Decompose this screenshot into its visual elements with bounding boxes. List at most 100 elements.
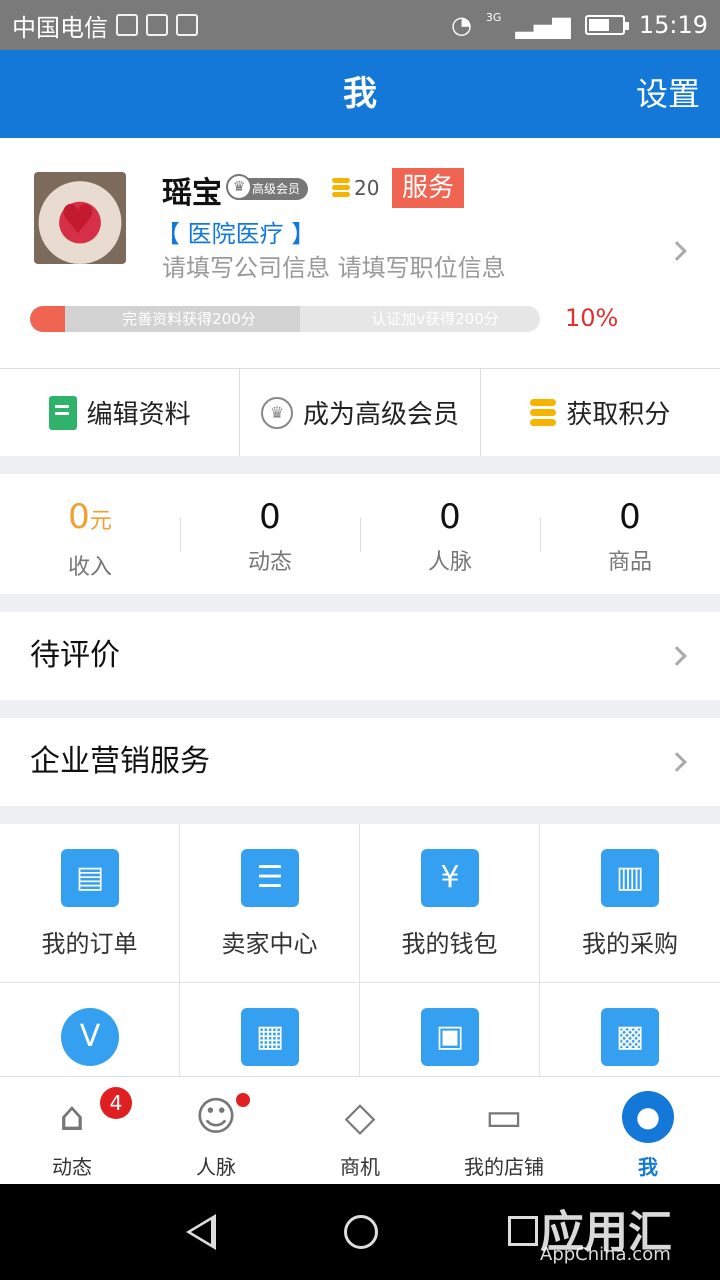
company-prompt: 请填写公司信息 请填写职位信息: [162, 254, 506, 282]
stat-income[interactable]: 0元 收入: [0, 474, 180, 594]
stat-label: 商品: [607, 550, 652, 575]
stat-label: 收入: [67, 555, 112, 580]
message-icon: [176, 14, 198, 36]
stat-value: 0元: [68, 497, 112, 537]
settings-button[interactable]: 设置: [636, 50, 700, 138]
my-wallet-item[interactable]: ¥ 我的钱包: [360, 824, 540, 983]
nav-business[interactable]: ◇ 商机: [288, 1077, 432, 1184]
network-type: 3G: [485, 10, 502, 24]
nav-label: 我的店铺: [464, 1155, 544, 1179]
stat-value: 0: [259, 497, 281, 537]
carrier-name: 中国电信: [12, 13, 108, 42]
marketing-service-row[interactable]: 企业营销服务: [0, 718, 720, 806]
signal-icon: ▂▄▆: [515, 11, 571, 39]
avatar[interactable]: ♥: [34, 172, 126, 264]
industry-tag: 【 医院医疗 】: [156, 220, 316, 248]
home-circle-icon[interactable]: [344, 1215, 378, 1249]
nav-label: 动态: [52, 1155, 92, 1179]
heart-icon: ♥: [60, 197, 96, 243]
grid-label: 我的订单: [41, 930, 138, 958]
stat-label: 人脉: [427, 550, 472, 575]
service-tag[interactable]: 服务: [392, 168, 465, 208]
wifi-icon: ◔: [450, 11, 472, 39]
app-header: 我 设置: [0, 50, 720, 138]
progress-percent: 10%: [565, 304, 619, 332]
clipboard-icon: ▤: [61, 849, 119, 907]
nav-shop[interactable]: ▭ 我的店铺: [432, 1077, 576, 1184]
home-icon: ⌂: [59, 1094, 85, 1140]
profile-card[interactable]: ♥ 瑶宝 ♛ 高级会员 20 服务 【 医院医疗 】 请填写公司信息 请填写职位…: [0, 138, 720, 368]
seller-hand-icon: ☰: [241, 849, 299, 907]
stat-label: 动态: [247, 550, 292, 575]
recent-apps-icon[interactable]: [508, 1216, 538, 1246]
status-bar: 中国电信 ◔ 3G ▂▄▆ 15:19: [0, 0, 720, 50]
handshake-icon: ◇: [344, 1094, 376, 1140]
nav-label: 商机: [340, 1155, 380, 1179]
stat-value: 0: [439, 497, 461, 537]
user-name: 瑶宝: [162, 176, 222, 211]
chevron-right-icon: [667, 646, 687, 666]
action-label: 编辑资料: [86, 400, 191, 430]
feed-count-badge: 4: [100, 1087, 132, 1119]
crown-icon: ♛: [226, 174, 252, 200]
bottom-nav: ⌂ 动态 ☺ 人脉 ◇ 商机 ▭ 我的店铺 ● 我 4: [0, 1076, 720, 1184]
action-label: 成为高级会员: [302, 400, 459, 430]
edit-doc-icon: [48, 395, 77, 430]
profile-progress-bar: 完善资料获得200分 认证加v获得200分: [30, 306, 540, 332]
contacts-dot-badge: [236, 1093, 250, 1107]
get-points-button[interactable]: 获取积分: [481, 369, 720, 456]
vip-label: 高级会员: [252, 182, 301, 196]
news-icon: ▦: [241, 1008, 299, 1066]
stat-posts[interactable]: 0 动态: [180, 474, 360, 594]
notification-icon: [116, 14, 138, 36]
v-badge-icon: V: [61, 1008, 119, 1066]
qr-code-icon: ▩: [601, 1008, 659, 1066]
crown-icon: ♛: [260, 396, 293, 429]
stat-products[interactable]: 0 商品: [540, 474, 720, 594]
chevron-right-icon: [667, 241, 687, 261]
my-purchases-item[interactable]: ▥ 我的采购: [540, 824, 720, 983]
user-icon: ●: [622, 1091, 674, 1143]
nav-me[interactable]: ● 我: [576, 1077, 720, 1184]
nav-label: 我: [638, 1155, 658, 1179]
status-right: ◔ 3G ▂▄▆ 15:19: [450, 10, 708, 40]
shop-icon: ▭: [485, 1094, 523, 1140]
my-orders-item[interactable]: ▤ 我的订单: [0, 824, 180, 983]
fax-icon: ▣: [421, 1008, 479, 1066]
clock: 15:19: [638, 11, 708, 39]
seller-center-item[interactable]: ☰ 卖家中心: [180, 824, 360, 983]
pending-review-row[interactable]: 待评价: [0, 612, 720, 700]
carrier-group: 中国电信: [12, 8, 198, 43]
back-icon[interactable]: [186, 1214, 216, 1250]
grid-label: 我的采购: [582, 930, 678, 958]
edit-profile-button[interactable]: 编辑资料: [0, 369, 241, 456]
nav-contacts[interactable]: ☺ 人脉: [144, 1077, 288, 1184]
points-value: 20: [354, 176, 380, 200]
action-label: 获取积分: [566, 400, 671, 430]
stat-contacts[interactable]: 0 人脉: [360, 474, 540, 594]
quick-actions: 编辑资料 ♛ 成为高级会员 获取积分: [0, 368, 720, 456]
coins-icon: [332, 178, 350, 198]
chevron-right-icon: [667, 752, 687, 772]
image-icon: [146, 14, 168, 36]
points-badge: 20: [332, 176, 379, 200]
grid-label: 我的钱包: [401, 930, 498, 958]
progress-label-2: 认证加v获得200分: [371, 310, 499, 328]
money-bag-icon: ¥: [421, 849, 479, 907]
nav-label: 人脉: [196, 1155, 236, 1179]
row-label: 待评价: [30, 638, 120, 673]
progress-label-1: 完善资料获得200分: [122, 310, 256, 328]
basket-icon: ▥: [601, 849, 659, 907]
grid-label: 卖家中心: [221, 930, 318, 958]
people-icon: ☺: [195, 1094, 237, 1140]
stat-value: 0: [619, 497, 641, 537]
battery-icon: [584, 15, 629, 35]
row-label: 企业营销服务: [30, 744, 210, 779]
progress-fill: [30, 306, 65, 332]
page-title: 我: [343, 74, 377, 114]
vip-badge: ♛ 高级会员: [226, 174, 309, 200]
watermark-url: AppChina.com: [540, 1244, 671, 1265]
stats-bar: 0元 收入 0 动态 0 人脉 0 商品: [0, 474, 720, 594]
become-vip-button[interactable]: ♛ 成为高级会员: [240, 369, 481, 456]
coins-icon: [530, 398, 557, 427]
